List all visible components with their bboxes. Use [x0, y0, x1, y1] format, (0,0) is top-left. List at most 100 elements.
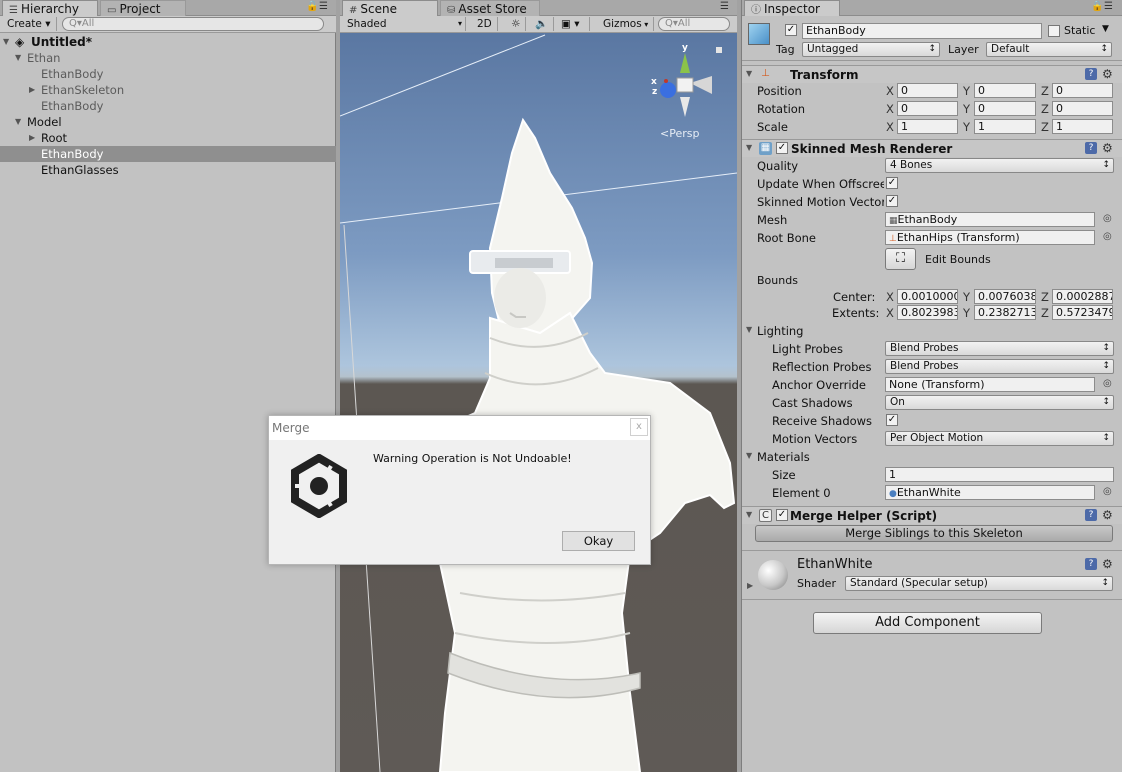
tab-scene[interactable]: # Scene	[342, 0, 438, 16]
hierarchy-item-root[interactable]: ▶ Root	[0, 130, 336, 146]
merge-helper-header[interactable]: ▼ C ✓ Merge Helper (Script) ? ⚙	[742, 506, 1122, 524]
gear-icon[interactable]: ⚙	[1102, 141, 1113, 155]
cast-shadows-dropdown[interactable]: On	[885, 395, 1114, 410]
light-probes-dropdown[interactable]: Blend Probes	[885, 341, 1114, 356]
transform-header[interactable]: ▼ ⊥ Transform ? ⚙	[742, 65, 1122, 83]
skinned-mesh-renderer-header[interactable]: ▼ ▦ ✓ Skinned Mesh Renderer ? ⚙	[742, 139, 1122, 157]
anchor-override-field[interactable]: None (Transform)	[885, 377, 1095, 392]
panel-menu-icon[interactable]: ☰	[720, 1, 731, 12]
object-picker-icon[interactable]: ◎	[1103, 213, 1112, 224]
panel-menu-icon[interactable]: ☰	[1104, 1, 1115, 12]
persp-label[interactable]: <Persp	[660, 127, 699, 140]
help-icon[interactable]: ?	[1085, 558, 1097, 570]
tab-hierarchy[interactable]: ☰ Hierarchy	[2, 0, 98, 16]
add-component-button[interactable]: Add Component	[813, 612, 1042, 634]
help-icon[interactable]: ?	[1085, 142, 1097, 154]
object-name-field[interactable]: EthanBody	[802, 23, 1042, 39]
center-z-field[interactable]: 0.0002887	[1052, 289, 1113, 304]
fold-open-icon[interactable]: ▼	[746, 510, 752, 519]
lighting-toggle-icon[interactable]: ☼	[506, 17, 527, 31]
hierarchy-item-ethanbody-2[interactable]: EthanBody	[0, 98, 336, 114]
hierarchy-item-model[interactable]: ▼ Model	[0, 114, 336, 130]
element0-field[interactable]: ●EthanWhite	[885, 485, 1095, 500]
tab-project[interactable]: ▭ Project	[100, 0, 186, 16]
materials-size-field[interactable]: 1	[885, 467, 1114, 482]
scene-search-input[interactable]: Q▾All	[658, 17, 730, 31]
reflection-probes-dropdown[interactable]: Blend Probes	[885, 359, 1114, 374]
root-bone-field[interactable]: ⊥EthanHips (Transform)	[885, 230, 1095, 245]
panel-menu-icon[interactable]: ☰	[319, 1, 330, 12]
fold-open-icon[interactable]: ▼	[3, 34, 9, 50]
scene-viewport[interactable]: y x z <Persp	[340, 33, 737, 772]
materials-foldout[interactable]: ▼ Materials	[742, 448, 1122, 466]
edit-bounds-button[interactable]: ⛶	[885, 248, 916, 270]
static-dropdown-arrow-icon[interactable]: ▼	[1102, 24, 1109, 34]
rotation-z-field[interactable]: 0	[1052, 101, 1113, 116]
lighting-foldout[interactable]: ▼ Lighting	[742, 322, 1122, 340]
effects-toggle-icon[interactable]: ▣ ▾	[556, 17, 590, 31]
mesh-field[interactable]: ▦EthanBody	[885, 212, 1095, 227]
help-icon[interactable]: ?	[1085, 68, 1097, 80]
skinned-motion-checkbox[interactable]: ✓	[886, 195, 898, 207]
motion-vectors-row: Motion Vectors Per Object Motion	[742, 430, 1122, 448]
orientation-gizmo[interactable]	[660, 53, 712, 117]
hierarchy-item-ethanglasses[interactable]: EthanGlasses	[0, 162, 336, 178]
position-y-field[interactable]: 0	[974, 83, 1036, 98]
scale-y-field[interactable]: 1	[974, 119, 1036, 134]
update-offscreen-checkbox[interactable]: ✓	[886, 177, 898, 189]
smr-enabled-checkbox[interactable]: ✓	[776, 142, 788, 154]
shading-mode-dropdown[interactable]: Shaded ▾	[342, 17, 466, 31]
scene-root-row[interactable]: ▼ ◈ Untitled*	[0, 34, 336, 50]
fold-open-icon[interactable]: ▼	[746, 451, 752, 460]
position-x-field[interactable]: 0	[897, 83, 958, 98]
mode-2d-toggle[interactable]: 2D	[472, 17, 498, 31]
fold-open-icon[interactable]: ▼	[15, 114, 21, 130]
quality-dropdown[interactable]: 4 Bones	[885, 158, 1114, 173]
tab-asset-store[interactable]: ⛁ Asset Store	[440, 0, 540, 16]
gear-icon[interactable]: ⚙	[1102, 508, 1113, 522]
static-checkbox[interactable]	[1048, 25, 1060, 37]
tab-inspector[interactable]: ⓘ Inspector	[744, 0, 840, 16]
active-checkbox[interactable]: ✓	[785, 24, 797, 36]
fold-open-icon[interactable]: ▼	[746, 143, 752, 152]
object-picker-icon[interactable]: ◎	[1103, 378, 1112, 389]
close-button[interactable]: x	[630, 418, 648, 436]
hierarchy-item-ethanbody[interactable]: EthanBody	[0, 66, 336, 82]
center-x-field[interactable]: 0.0010000	[897, 289, 958, 304]
scale-z-field[interactable]: 1	[1052, 119, 1113, 134]
receive-shadows-checkbox[interactable]: ✓	[886, 414, 898, 426]
center-y-field[interactable]: 0.0076038	[974, 289, 1036, 304]
tag-dropdown[interactable]: Untagged	[802, 42, 940, 57]
rotation-y-field[interactable]: 0	[974, 101, 1036, 116]
extents-y-field[interactable]: 0.2382713	[974, 305, 1036, 320]
fold-closed-icon[interactable]: ▶	[29, 130, 35, 146]
hierarchy-item-ethan[interactable]: ▼ Ethan	[0, 50, 336, 66]
gear-icon[interactable]: ⚙	[1102, 557, 1113, 571]
extents-x-field[interactable]: 0.8023983	[897, 305, 958, 320]
gear-icon[interactable]: ⚙	[1102, 67, 1113, 81]
extents-z-field[interactable]: 0.5723479	[1052, 305, 1113, 320]
help-icon[interactable]: ?	[1085, 509, 1097, 521]
shader-dropdown[interactable]: Standard (Specular setup)	[845, 576, 1113, 591]
hierarchy-item-ethanbody-selected[interactable]: EthanBody	[0, 146, 336, 162]
okay-button[interactable]: Okay	[562, 531, 635, 551]
fold-open-icon[interactable]: ▼	[746, 325, 752, 334]
object-picker-icon[interactable]: ◎	[1103, 231, 1112, 242]
object-picker-icon[interactable]: ◎	[1103, 486, 1112, 497]
layer-dropdown[interactable]: Default	[986, 42, 1112, 57]
hierarchy-item-ethanskeleton[interactable]: ▶ EthanSkeleton	[0, 82, 336, 98]
fold-closed-icon[interactable]: ▶	[29, 82, 35, 98]
merge-siblings-button[interactable]: Merge Siblings to this Skeleton	[755, 525, 1113, 542]
position-z-field[interactable]: 0	[1052, 83, 1113, 98]
rotation-x-field[interactable]: 0	[897, 101, 958, 116]
script-enabled-checkbox[interactable]: ✓	[776, 509, 788, 521]
hierarchy-search-input[interactable]: Q▾All	[62, 17, 324, 31]
motion-vectors-dropdown[interactable]: Per Object Motion	[885, 431, 1114, 446]
gizmos-dropdown[interactable]: Gizmos ▾	[598, 17, 655, 31]
fold-open-icon[interactable]: ▼	[15, 50, 21, 66]
create-button[interactable]: Create ▾	[2, 17, 57, 31]
scale-x-field[interactable]: 1	[897, 119, 958, 134]
fold-closed-icon[interactable]: ▶	[747, 581, 753, 590]
audio-toggle-icon[interactable]: 🔈	[530, 17, 555, 31]
fold-open-icon[interactable]: ▼	[746, 69, 752, 78]
